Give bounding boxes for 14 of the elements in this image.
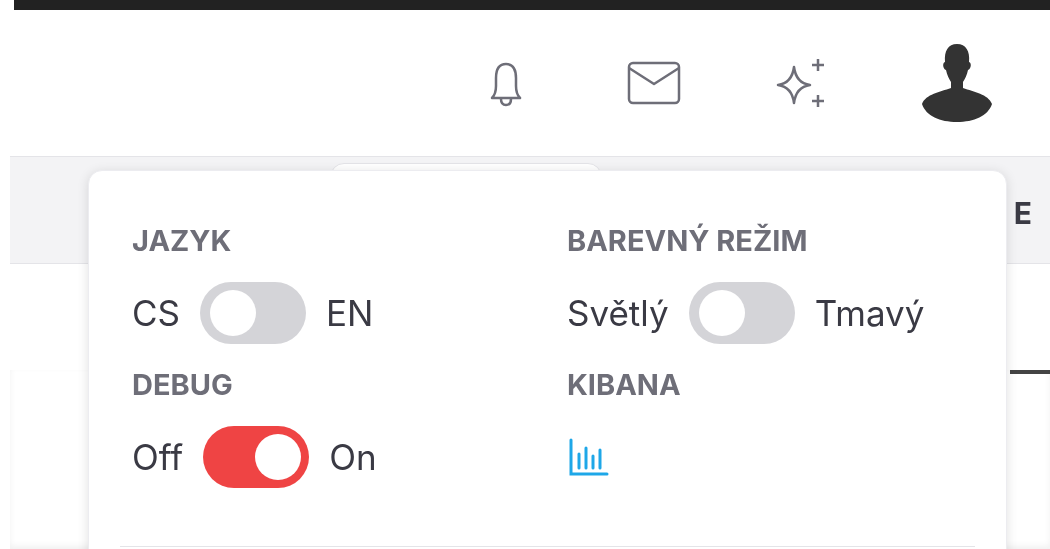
- toggle-label: Tmavý: [814, 292, 925, 334]
- bar-chart-icon[interactable]: [567, 436, 611, 478]
- toggle-label: CS: [132, 292, 181, 334]
- section-title: JAZYK: [132, 223, 233, 259]
- toggle-label: EN: [326, 292, 374, 334]
- toggle-label: On: [329, 436, 377, 478]
- section-title: BAREVNÝ REŽIM: [567, 223, 809, 259]
- toggle-label: Off: [132, 436, 184, 478]
- user-avatar-icon[interactable]: [920, 44, 994, 122]
- mail-icon[interactable]: [626, 60, 682, 106]
- toggle-label: Světlý: [567, 292, 669, 334]
- section-title: KIBANA: [567, 367, 682, 403]
- tab-label[interactable]: E: [1013, 195, 1032, 231]
- section-title: DEBUG: [132, 367, 234, 403]
